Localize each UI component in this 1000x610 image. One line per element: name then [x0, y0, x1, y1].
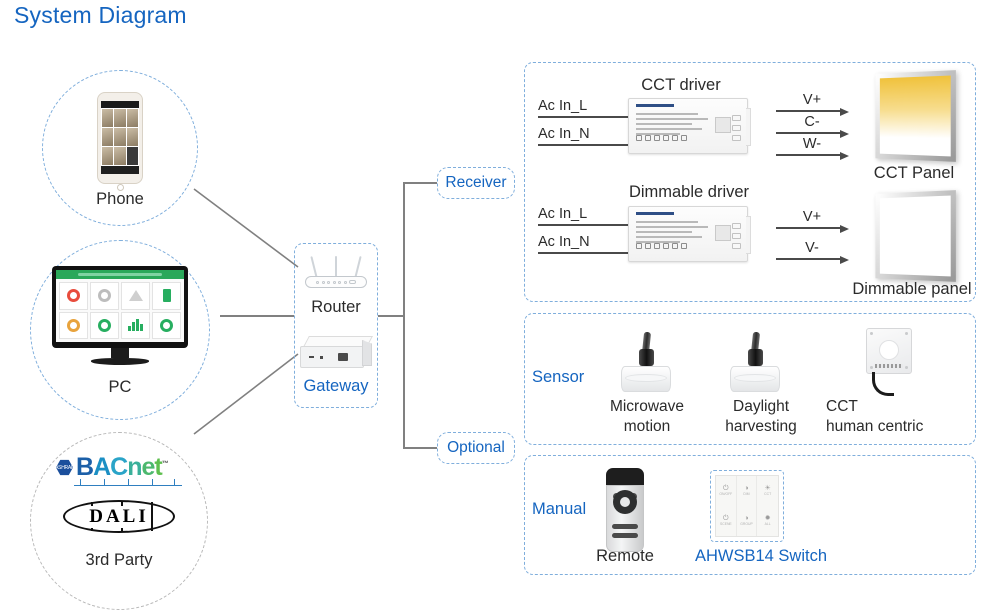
microwave-motion-label-1: Microwave [609, 398, 685, 415]
arrow-cct-v-plus: V+ [776, 90, 849, 116]
arrow-dim-v-plus-label: V+ [802, 209, 822, 225]
switch-key-2-text: DIM [743, 492, 750, 497]
arrow-dim-ac-in-n-label: Ac In_N [538, 234, 590, 250]
system-diagram-canvas: System Diagram Phone PC ASHRAE BACnet™ D… [0, 0, 1000, 610]
switch-key-5-text: GROUP [740, 522, 753, 527]
dimmable-panel-icon [872, 190, 956, 282]
switch-key-6[interactable]: ✹ ALL [757, 506, 778, 536]
cct-panel-icon [872, 70, 956, 162]
switch-key-5[interactable]: ◑ GROUP [737, 506, 758, 536]
switch-key-1-text: ON/OFF [719, 492, 733, 497]
dali-wordmark: DALI [87, 505, 151, 528]
arrow-cct-ac-in-n-label: Ac In_N [538, 126, 590, 142]
dimmable-driver-device [628, 206, 751, 262]
switch-key-6-text: ALL [764, 522, 771, 527]
dimmable-panel-label: Dimmable panel [852, 280, 972, 298]
bacnet-wordmark: BACnet™ [76, 453, 169, 481]
phone-icon [97, 92, 143, 191]
switch-key-4-text: SCENE [719, 522, 732, 527]
switch-key-4[interactable]: ⏻ SCENE [716, 506, 737, 536]
pc-label: PC [108, 378, 132, 396]
phone-label: Phone [96, 190, 144, 208]
cct-panel-label: CCT Panel [873, 164, 955, 182]
connector-hub-trunk [378, 315, 404, 317]
ashrae-mark: ASHRAE [56, 459, 73, 476]
remote-icon [606, 468, 644, 552]
cct-human-centric-label-1: CCT [826, 398, 858, 415]
cct-human-centric-sensor-icon [866, 328, 912, 398]
switch-key-5-glyph: ◑ [744, 515, 749, 523]
arrow-cct-c-minus: C- [776, 112, 849, 138]
connector-pc-to-hub [220, 315, 294, 317]
daylight-harvesting-label-1: Daylight [733, 398, 789, 415]
arrow-dim-ac-in-l: Ac In_L [538, 200, 638, 230]
ahwsb14-switch-label: AHWSB14 Switch [694, 547, 828, 565]
arrow-cct-w-minus: W- [776, 134, 849, 160]
switch-key-2-glyph: ◑ [744, 485, 749, 493]
microwave-motion-label-2: motion [623, 418, 671, 435]
microwave-motion-sensor-icon [619, 331, 673, 394]
cct-human-centric-label-2: human centric [826, 418, 924, 435]
dali-logo: DALI [63, 500, 175, 533]
connector-to-optional [403, 447, 437, 449]
arrow-cct-w-minus-label: W- [802, 136, 822, 152]
manual-section-label: Manual [532, 500, 587, 518]
sensor-section-label: Sensor [532, 368, 585, 386]
optional-tag-label: Optional [447, 439, 505, 456]
arrow-cct-ac-in-n: Ac In_N [538, 120, 638, 150]
switch-key-3[interactable]: ☀ CCT [757, 476, 778, 506]
arrow-cct-ac-in-l: Ac In_L [538, 92, 638, 122]
receiver-tag-label: Receiver [445, 174, 507, 191]
third-party-label: 3rd Party [85, 551, 153, 569]
switch-key-1[interactable]: ⏻ ON/OFF [716, 476, 737, 506]
connector-to-receiver [403, 182, 437, 184]
switch-key-3-text: CCT [764, 492, 772, 497]
switch-key-3-glyph: ☀ [764, 485, 771, 493]
receiver-tag[interactable]: Receiver [437, 167, 515, 199]
arrow-dim-ac-in-l-label: Ac In_L [538, 206, 588, 222]
arrow-cct-ac-in-l-label: Ac In_L [538, 98, 588, 114]
daylight-harvesting-label-2: harvesting [725, 418, 797, 435]
switch-key-2[interactable]: ◑ DIM [737, 476, 758, 506]
router-label: Router [311, 298, 361, 316]
optional-tag[interactable]: Optional [437, 432, 515, 464]
arrow-cct-c-minus-label: C- [804, 114, 820, 130]
switch-key-1-glyph: ⏻ [723, 485, 729, 493]
arrow-dim-v-minus-label: V- [805, 240, 819, 256]
daylight-harvesting-sensor-icon [728, 331, 782, 394]
gateway-icon [300, 336, 374, 372]
gateway-label: Gateway [303, 377, 369, 395]
remote-label: Remote [596, 547, 654, 565]
cct-driver-device [628, 98, 751, 154]
arrow-dim-ac-in-n: Ac In_N [538, 228, 638, 258]
connector-branch-spine [403, 182, 405, 448]
switch-key-6-glyph: ✹ [764, 515, 771, 523]
pc-monitor-icon [52, 266, 188, 365]
switch-key-4-glyph: ⏻ [723, 515, 729, 523]
arrow-dim-v-minus: V- [776, 238, 849, 264]
page-title: System Diagram [14, 2, 187, 28]
router-icon [305, 254, 367, 288]
ahwsb14-switch-icon[interactable]: ⏻ ON/OFF ◑ DIM ☀ CCT ⏻ SCENE ◑ GROUP ✹ ALL [710, 470, 784, 542]
arrow-cct-v-plus-label: V+ [802, 92, 822, 108]
bacnet-logo: ASHRAE BACnet™ [56, 453, 182, 487]
connector-phone-to-hub [193, 188, 299, 268]
arrow-dim-v-plus: V+ [776, 207, 849, 233]
